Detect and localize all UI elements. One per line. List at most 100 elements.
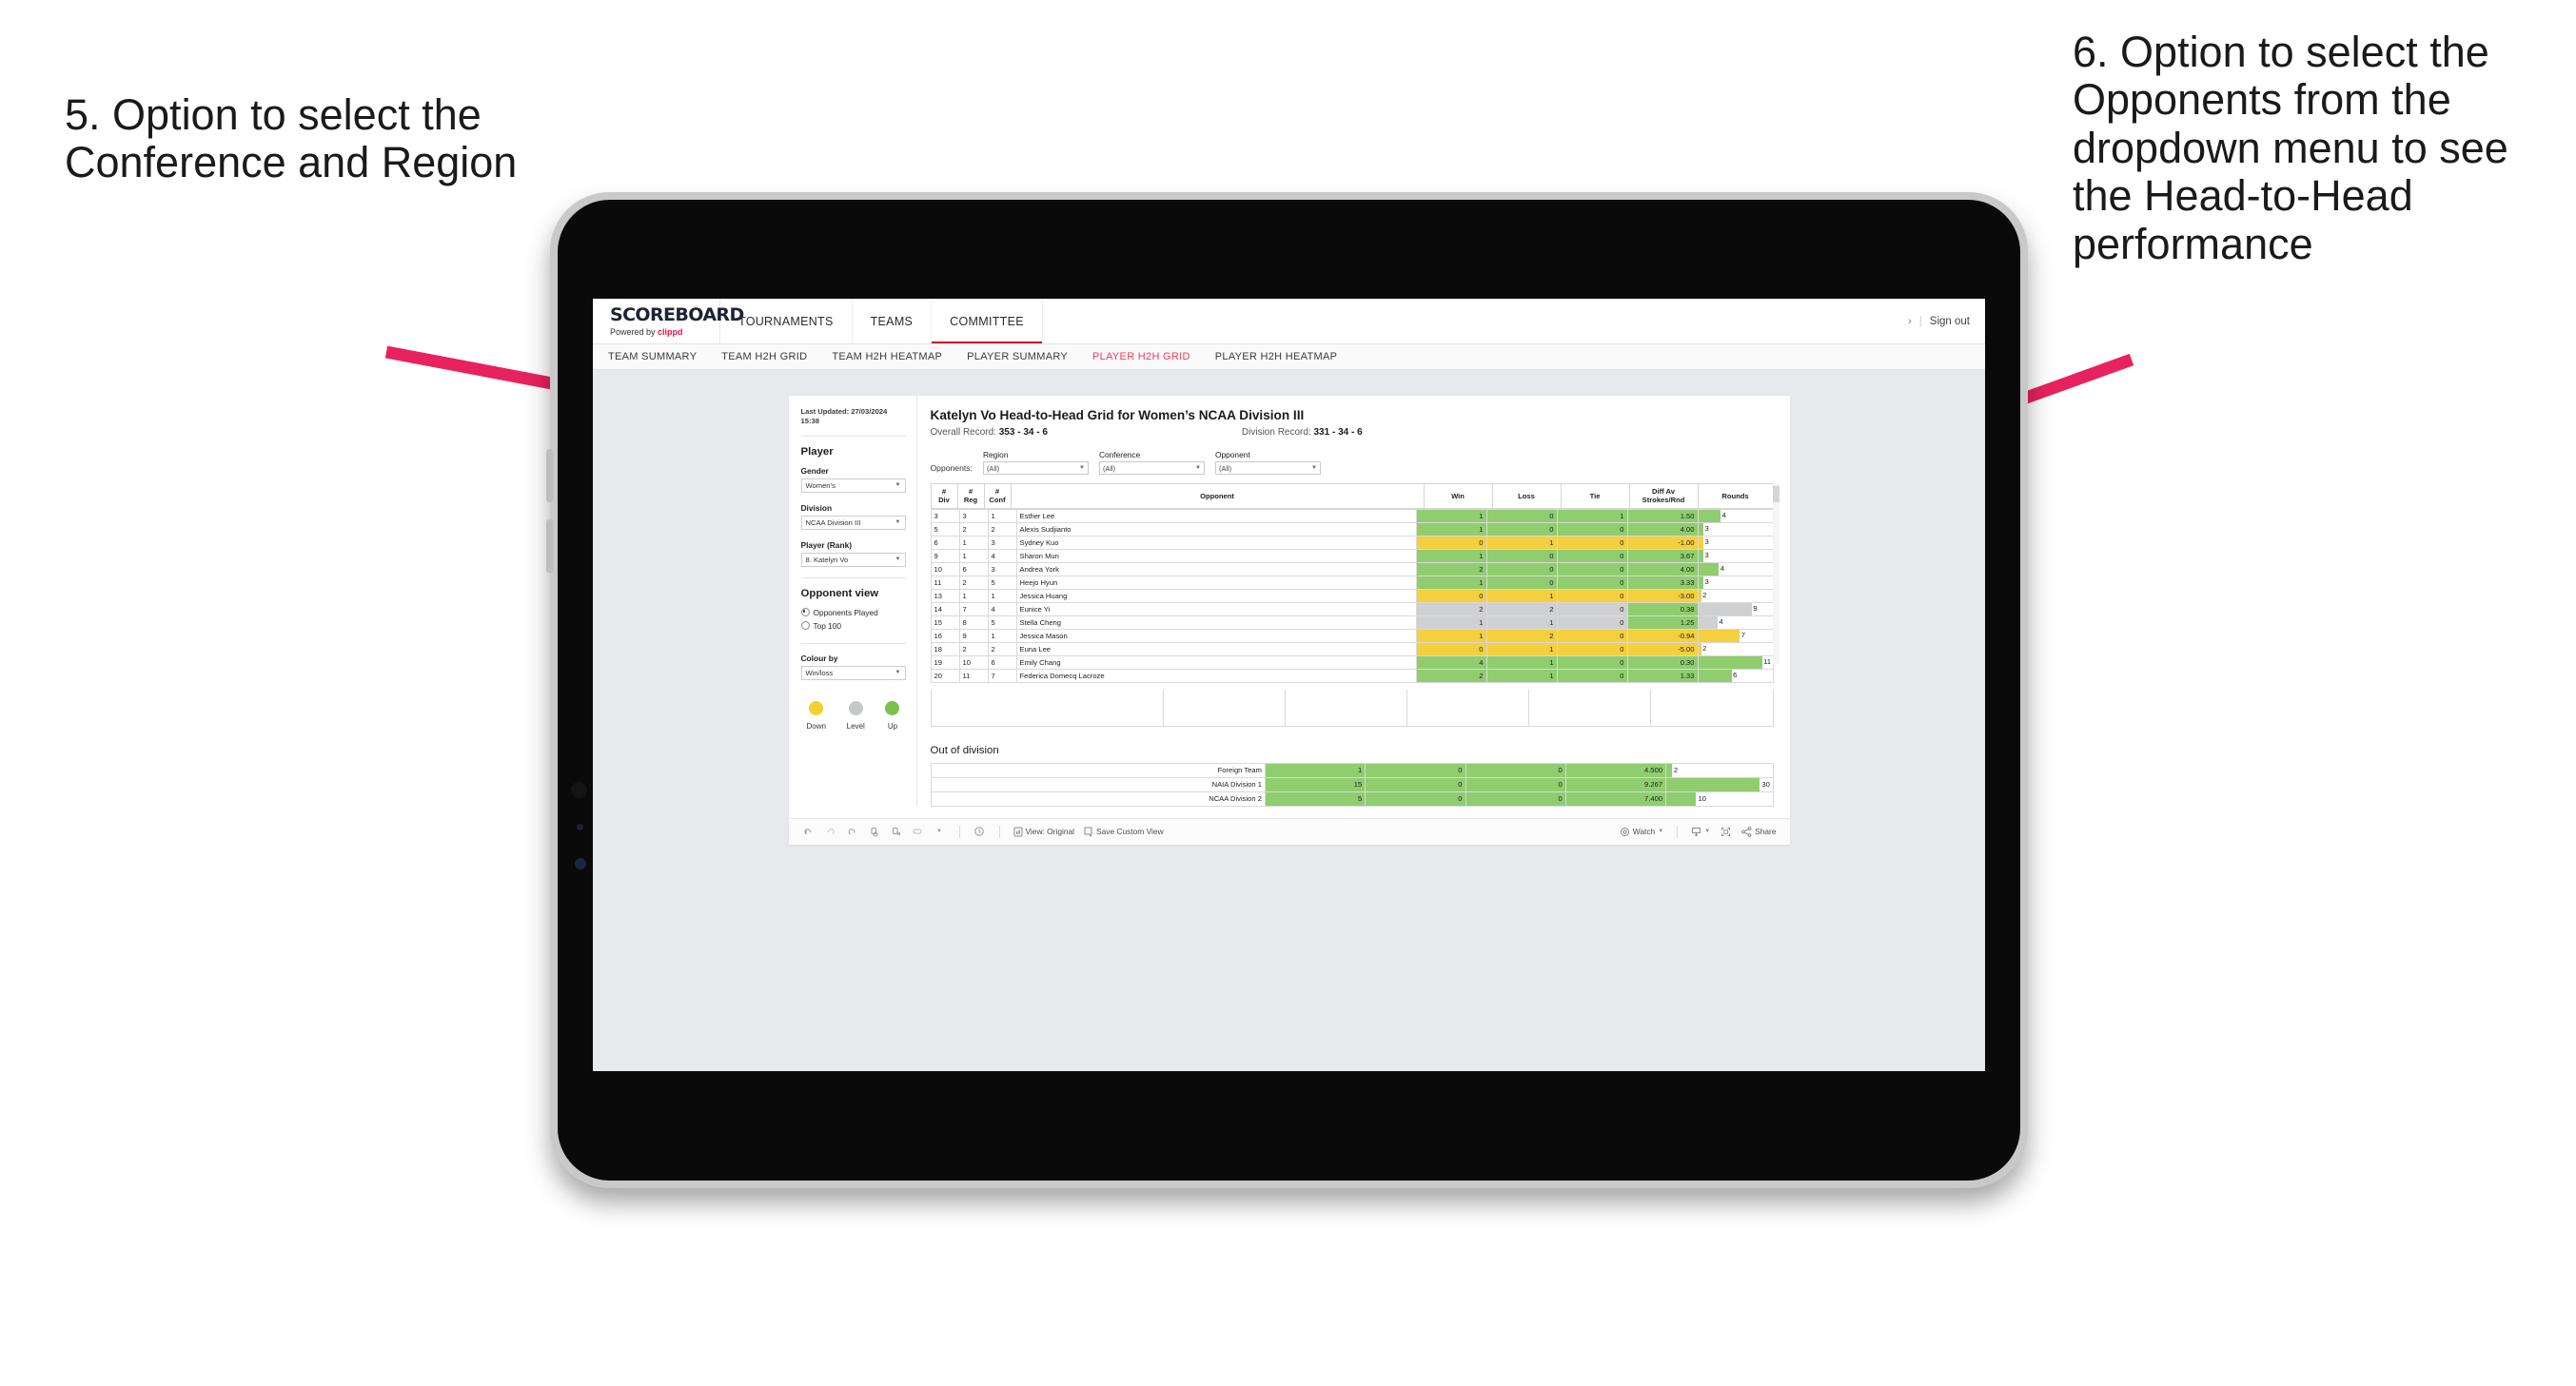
cell-div: 3	[930, 508, 960, 523]
refresh-data-icon[interactable]	[868, 826, 880, 838]
table-row[interactable]: 19 10 6 Emily Chang 4 1 0 0.30 11	[930, 654, 1774, 670]
brand-logo[interactable]: SCOREBOARD Powered by clippd	[593, 299, 744, 343]
cell-win: 2	[1415, 601, 1487, 616]
revert-icon[interactable]	[846, 826, 858, 838]
table-row[interactable]: 18 2 2 Euna Lee 0 1 0 -5.00 2	[930, 641, 1774, 656]
nav-tab-tournaments[interactable]: TOURNAMENTS	[720, 299, 853, 343]
table-row[interactable]: 16 9 1 Jessica Mason 1 2 0 -0.94 7	[930, 628, 1774, 643]
chevron-right-icon[interactable]: ›	[1908, 316, 1912, 327]
subtab-player-h2h-heatmap[interactable]: PLAYER H2H HEATMAP	[1215, 351, 1337, 362]
volume-button-down[interactable]	[546, 519, 553, 573]
cell-tie: 0	[1556, 654, 1628, 670]
table-scrollbar-track[interactable]	[1772, 483, 1780, 664]
cell-tie: 0	[1556, 601, 1628, 616]
view-original-button[interactable]: View: Original	[1013, 827, 1074, 837]
subtab-team-summary[interactable]: TEAM SUMMARY	[608, 351, 697, 362]
out-of-division-row[interactable]: NCAA Division 2 5 0 0 7.400 10	[930, 791, 1774, 807]
watch-button[interactable]: Watch ▼	[1620, 827, 1663, 837]
cell-opponent: Emily Chang	[1015, 654, 1417, 670]
region-filter-select[interactable]: (All) ▼	[982, 461, 1089, 475]
sign-out-button[interactable]: Sign out	[1930, 316, 1970, 327]
cell-rounds: 7	[1697, 628, 1774, 643]
cell-tie: 0	[1556, 588, 1628, 603]
download-icon	[1692, 827, 1701, 837]
highlight-dropdown-caret[interactable]: ▼	[934, 826, 946, 838]
conference-filter-value: (All)	[1102, 463, 1116, 473]
subtab-player-h2h-grid[interactable]: PLAYER H2H GRID	[1092, 351, 1190, 362]
redo-icon[interactable]	[824, 826, 836, 838]
colour-by-select[interactable]: Win/loss ▼	[800, 665, 906, 680]
table-row[interactable]: 14 7 4 Eunice Yi 2 2 0 0.38 9	[930, 601, 1774, 616]
dashboard-canvas: Last Updated: 27/03/2024 15:38 Player Ge…	[593, 370, 1985, 1071]
out-of-division-row[interactable]: NAIA Division 1 15 0 0 9.267 30	[930, 776, 1774, 792]
cell-opponent: Stella Cheng	[1015, 615, 1417, 630]
cell-tie: 0	[1556, 628, 1628, 643]
alert-icon[interactable]	[973, 826, 986, 838]
cell-reg: 7	[958, 601, 989, 616]
out-of-division-row[interactable]: Foreign Team 1 0 0 4.500 2	[930, 762, 1774, 778]
division-select[interactable]: NCAA Division III ▼	[800, 515, 906, 530]
col-win: Win	[1423, 483, 1493, 509]
col-reg: # Reg	[956, 483, 985, 509]
table-row[interactable]: 5 2 2 Alexis Sudjianto 1 0 0 4.00 3	[930, 521, 1774, 537]
nav-tab-committee[interactable]: COMMITTEE	[932, 299, 1043, 343]
pause-auto-update-icon[interactable]	[890, 826, 902, 838]
table-row[interactable]: 15 8 5 Stella Cheng 1 1 0 1.25 4	[930, 615, 1774, 630]
cell-conf: 3	[987, 561, 1017, 576]
cell-rounds: 3	[1697, 575, 1774, 590]
subtab-team-h2h-heatmap[interactable]: TEAM H2H HEATMAP	[832, 351, 942, 362]
cell-loss: 1	[1485, 588, 1558, 603]
cell-conf: 1	[987, 508, 1017, 523]
player-section-title: Player	[800, 445, 834, 458]
table-row[interactable]: 6 1 3 Sydney Kuo 0 1 0 -1.00 3	[930, 535, 1774, 550]
cell-win: 0	[1415, 641, 1487, 656]
subtab-team-h2h-grid[interactable]: TEAM H2H GRID	[721, 351, 807, 362]
download-button[interactable]: ▼	[1691, 827, 1710, 837]
h2h-grid-scroll-area[interactable]: 3 3 1 Esther Lee 1 0 1 1.50 4 5 2 2 Alexis Sudjianto…	[930, 508, 1774, 690]
subtab-player-summary[interactable]: PLAYER SUMMARY	[967, 351, 1068, 362]
highlight-icon[interactable]	[912, 826, 924, 838]
volume-button-up[interactable]	[546, 449, 553, 502]
view-icon	[1013, 827, 1022, 837]
division-record-label: Division Record:	[1241, 427, 1311, 438]
conference-filter-select[interactable]: (All) ▼	[1098, 461, 1205, 475]
rounds-value: 4	[1719, 617, 1723, 627]
rounds-value: 9	[1753, 604, 1758, 614]
cell-div: 13	[930, 588, 960, 603]
table-row[interactable]: 9 1 4 Sharon Mun 1 0 0 3.67 3	[930, 548, 1774, 563]
tablet-device-mockup: SCOREBOARD Powered by clippd TOURNAMENTS…	[546, 192, 2028, 1188]
region-filter-label: Region	[982, 450, 1009, 459]
cell-rounds: 3	[1697, 548, 1774, 563]
fullscreen-icon[interactable]	[1720, 826, 1732, 838]
table-scrollbar-thumb[interactable]	[1772, 486, 1780, 502]
ood-cell-diff: 9.267	[1564, 776, 1667, 792]
table-row[interactable]: 3 3 1 Esther Lee 1 0 1 1.50 4	[930, 508, 1774, 523]
cell-loss: 1	[1485, 535, 1558, 550]
blank-footer-rounds	[1651, 690, 1772, 726]
table-row[interactable]: 10 6 3 Andrea York 2 0 0 4.00 4	[930, 561, 1774, 576]
radio-opponents-played[interactable]: Opponents Played	[800, 608, 906, 617]
opponent-filter-select[interactable]: (All) ▼	[1214, 461, 1321, 475]
table-row[interactable]: 11 2 5 Heejo Hyun 1 0 0 3.33 3	[930, 575, 1774, 590]
opponent-filter: Opponent (All) ▼	[1214, 450, 1321, 475]
table-row[interactable]: 20 11 7 Federica Domecq Lacroze 2 1 0 1.33 6	[930, 668, 1774, 683]
undo-icon[interactable]	[802, 826, 815, 838]
cell-win: 2	[1415, 561, 1487, 576]
cell-diff: 3.33	[1626, 575, 1699, 590]
rounds-value: 3	[1704, 524, 1709, 534]
cell-div: 19	[930, 654, 960, 670]
cell-tie: 0	[1556, 521, 1628, 537]
radio-top-100-label: Top 100	[813, 620, 842, 631]
save-custom-view-button[interactable]: Save Custom View	[1084, 827, 1164, 837]
cell-diff: 1.50	[1626, 508, 1699, 523]
cell-loss: 1	[1485, 615, 1558, 630]
gender-select[interactable]: Women’s ▼	[800, 478, 906, 493]
share-button[interactable]: Share	[1741, 827, 1777, 837]
radio-top-100[interactable]: Top 100	[800, 620, 906, 631]
legend-dot-level	[848, 700, 863, 715]
table-row[interactable]: 13 1 1 Jessica Huang 0 1 0 -3.00 2	[930, 588, 1774, 603]
nav-tab-teams[interactable]: TEAMS	[853, 299, 933, 343]
legend-label-up: Up	[887, 721, 898, 731]
cell-win: 1	[1415, 508, 1487, 523]
player-rank-select[interactable]: 8. Katelyn Vo ▼	[800, 552, 906, 567]
